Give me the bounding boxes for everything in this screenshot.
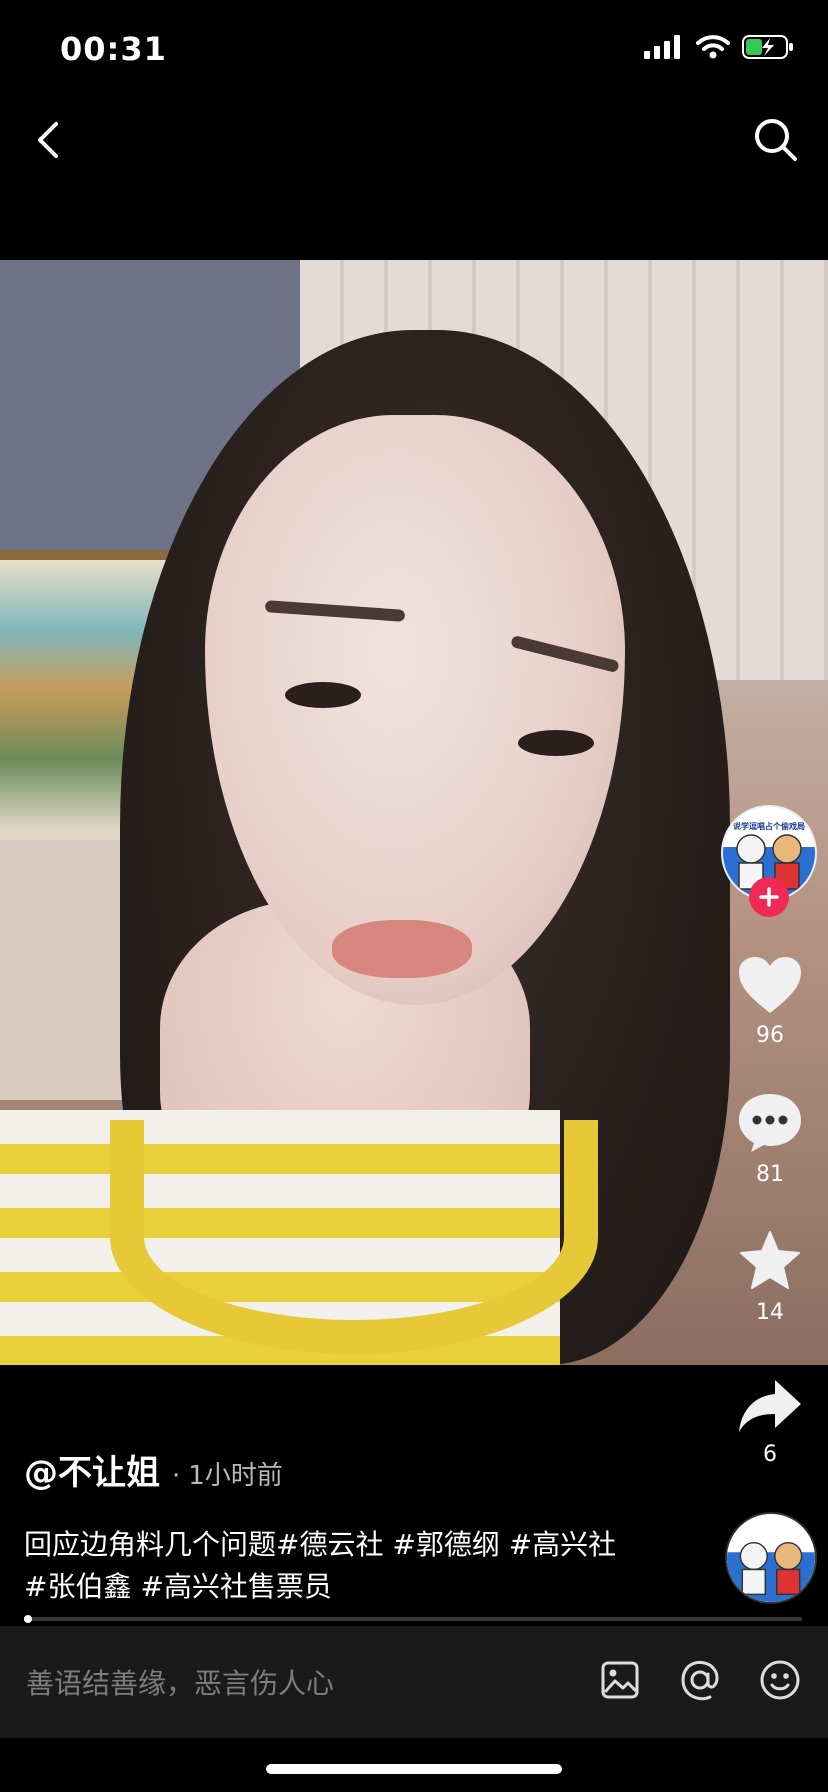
like-button[interactable]: 96: [715, 955, 825, 1048]
post-time: 1小时前: [188, 1461, 283, 1491]
follow-button[interactable]: [749, 877, 789, 917]
heart-icon: [739, 957, 801, 1013]
comment-input[interactable]: [24, 1660, 588, 1706]
author-username[interactable]: @不让姐: [24, 1445, 160, 1494]
share-count: 6: [763, 1442, 777, 1467]
svg-text:说学逗唱占个偷戏局: 说学逗唱占个偷戏局: [733, 821, 805, 831]
back-button[interactable]: [26, 118, 70, 162]
battery-charging-icon: [742, 35, 793, 59]
caption-line-1[interactable]: 回应边角料几个问题#德云社 #郭德纲 #高兴社: [24, 1524, 624, 1566]
share-arrow-icon: [739, 1380, 801, 1432]
home-indicator[interactable]: [266, 1764, 562, 1774]
caption-line-2[interactable]: #张伯鑫 #高兴社售票员: [24, 1566, 624, 1608]
music-disc[interactable]: [725, 1512, 817, 1604]
signal-icon: [644, 35, 680, 59]
person-eye-right: [518, 730, 594, 756]
favorite-count: 14: [756, 1300, 784, 1325]
post-caption: 回应边角料几个问题#德云社 #郭德纲 #高兴社 #张伯鑫 #高兴社售票员: [24, 1524, 624, 1608]
status-time: 00:31: [60, 30, 167, 68]
author-line: @不让姐 · 1小时前: [24, 1445, 624, 1494]
music-disc-bears-icon: [727, 1514, 815, 1602]
comment-button[interactable]: 81: [715, 1092, 825, 1187]
person-eye-left: [285, 682, 361, 708]
video-progress-bar[interactable]: [24, 1615, 802, 1623]
progress-knob[interactable]: [24, 1615, 32, 1623]
search-icon: [755, 119, 797, 161]
emoji-button[interactable]: [756, 1656, 804, 1704]
chevron-left-icon: [38, 122, 58, 158]
person-lips: [332, 920, 472, 978]
share-button[interactable]: 6: [715, 1378, 825, 1467]
comment-bubble-icon: [739, 1094, 801, 1152]
comment-bar: [0, 1626, 828, 1738]
wifi-icon: [696, 35, 730, 59]
top-bar: [0, 100, 828, 180]
favorite-button[interactable]: 14: [715, 1230, 825, 1325]
mention-button[interactable]: [676, 1656, 724, 1704]
image-icon: [601, 1661, 639, 1699]
plus-icon: [759, 887, 779, 907]
star-icon: [740, 1231, 800, 1289]
post-separator: ·: [172, 1461, 181, 1491]
emoji-icon: [760, 1660, 800, 1700]
at-icon: [681, 1660, 719, 1701]
status-bar: 00:31: [0, 0, 828, 100]
like-count: 96: [756, 1023, 784, 1048]
search-button[interactable]: [750, 114, 802, 166]
status-icons: [644, 34, 794, 60]
caption-area: @不让姐 · 1小时前 回应边角料几个问题#德云社 #郭德纲 #高兴社 #张伯鑫…: [24, 1445, 624, 1608]
comment-count: 81: [756, 1162, 784, 1187]
image-button[interactable]: [596, 1656, 644, 1704]
person-collar: [110, 1120, 598, 1354]
video-player[interactable]: [0, 260, 828, 1365]
